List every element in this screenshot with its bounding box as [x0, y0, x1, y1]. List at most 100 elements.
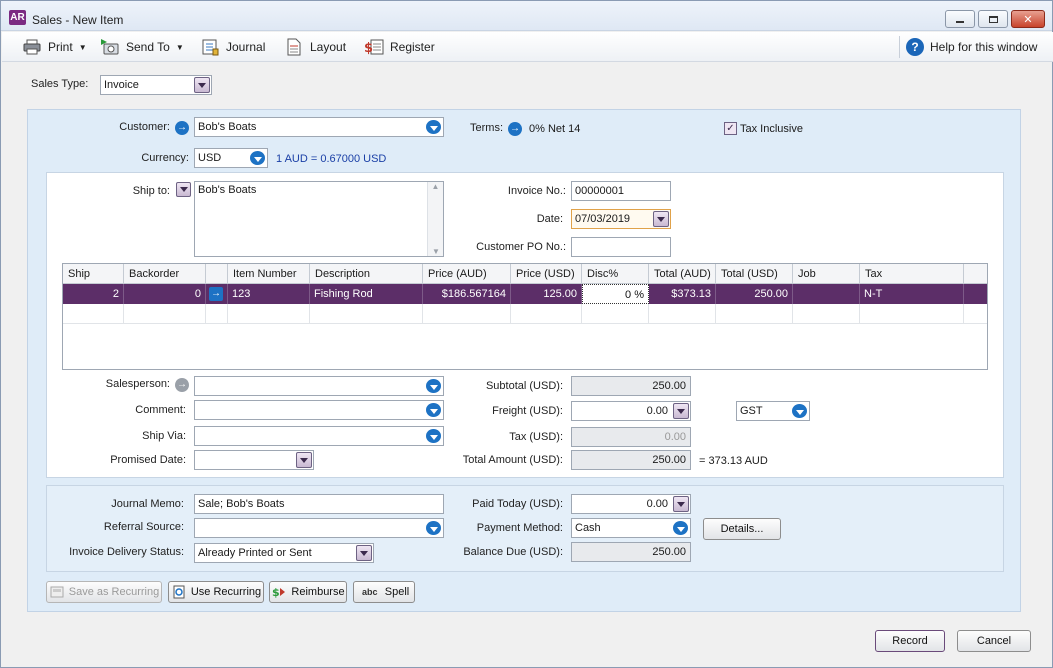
- col-description[interactable]: Description: [310, 264, 423, 284]
- col-disc[interactable]: Disc%: [582, 264, 649, 284]
- send-to-button[interactable]: Send To ▼: [100, 36, 184, 58]
- ship-to-dropdown-button[interactable]: [176, 182, 191, 197]
- table-row-empty[interactable]: [63, 304, 987, 324]
- cell-job[interactable]: [793, 284, 860, 304]
- register-button[interactable]: $ Register: [364, 36, 435, 58]
- payment-method-combo[interactable]: Cash: [571, 518, 691, 538]
- date-input[interactable]: 07/03/2019: [571, 209, 671, 229]
- customer-detail-arrow-icon[interactable]: →: [175, 121, 189, 135]
- currency-label: Currency:: [141, 152, 189, 164]
- cell-ship[interactable]: 2: [63, 284, 124, 304]
- subtotal-label: Subtotal (USD):: [485, 380, 563, 392]
- print-button[interactable]: Print ▼: [22, 36, 87, 58]
- col-total-aud[interactable]: Total (AUD): [649, 264, 716, 284]
- help-button[interactable]: ? Help for this window: [906, 36, 1037, 58]
- tax-inclusive-checkbox[interactable]: ✓: [724, 122, 737, 135]
- chevron-down-icon: [179, 187, 188, 192]
- chevron-down-icon: [194, 77, 210, 93]
- col-link: [206, 264, 228, 284]
- journal-button[interactable]: Journal: [200, 36, 265, 58]
- promised-date-label: Promised Date:: [110, 454, 186, 466]
- col-price-aud[interactable]: Price (AUD): [423, 264, 511, 284]
- grid-divider: [648, 304, 649, 324]
- col-ship[interactable]: Ship: [63, 264, 124, 284]
- salesperson-combo[interactable]: [194, 376, 444, 396]
- ship-via-combo[interactable]: [194, 426, 444, 446]
- currency-combo[interactable]: USD: [194, 148, 268, 168]
- grid-divider: [859, 304, 860, 324]
- save-as-recurring-button[interactable]: Save as Recurring: [46, 581, 162, 603]
- maximize-button[interactable]: [978, 10, 1008, 28]
- layout-button[interactable]: Layout: [284, 36, 346, 58]
- promised-date-input[interactable]: [194, 450, 314, 470]
- col-tax[interactable]: Tax: [860, 264, 964, 284]
- grid-divider: [963, 304, 964, 324]
- comment-combo[interactable]: [194, 400, 444, 420]
- item-detail-arrow-icon: →: [209, 287, 223, 301]
- reimburse-icon: $: [271, 584, 287, 600]
- register-icon: $: [364, 38, 384, 56]
- ship-to-scrollbar[interactable]: ▲ ▼: [427, 182, 443, 256]
- payment-method-label: Payment Method:: [476, 522, 563, 534]
- paid-today-input[interactable]: 0.00: [571, 494, 691, 514]
- customer-po-input[interactable]: [571, 237, 671, 257]
- reimburse-button[interactable]: $ Reimburse: [269, 581, 347, 603]
- terms-arrow-icon[interactable]: →: [508, 122, 522, 136]
- cell-total-aud[interactable]: $373.13: [649, 284, 716, 304]
- cell-backorder[interactable]: 0: [124, 284, 206, 304]
- col-price-usd[interactable]: Price (USD): [511, 264, 582, 284]
- referral-source-combo[interactable]: [194, 518, 444, 538]
- cell-description[interactable]: Fishing Rod: [310, 284, 423, 304]
- freight-value: 0.00: [646, 405, 668, 417]
- sales-type-value: Invoice: [104, 79, 139, 91]
- cell-price-aud[interactable]: $186.567164: [423, 284, 511, 304]
- minimize-button[interactable]: [945, 10, 975, 28]
- line-items-grid: Ship Backorder Item Number Description P…: [62, 263, 988, 370]
- balance-due-value: 250.00: [571, 542, 691, 562]
- svg-text:$: $: [272, 586, 280, 599]
- customer-combo[interactable]: Bob's Boats: [194, 117, 444, 137]
- cell-item-number[interactable]: 123: [228, 284, 310, 304]
- col-total-usd[interactable]: Total (USD): [716, 264, 793, 284]
- cell-link[interactable]: →: [206, 284, 228, 304]
- cell-disc[interactable]: 0 %: [582, 284, 649, 304]
- table-row[interactable]: 2 0 → 123 Fishing Rod $186.567164 125.00…: [63, 284, 987, 304]
- cancel-button[interactable]: Cancel: [957, 630, 1031, 652]
- sales-type-label: Sales Type:: [31, 78, 89, 90]
- tax-inclusive-label: Tax Inclusive: [740, 123, 803, 135]
- grid-divider: [205, 304, 206, 324]
- scroll-down-icon: ▼: [432, 247, 440, 256]
- spell-button[interactable]: abc Spell: [353, 581, 415, 603]
- terms-value: 0% Net 14: [529, 123, 581, 135]
- cell-price-usd[interactable]: 125.00: [511, 284, 582, 304]
- use-recurring-button[interactable]: Use Recurring: [168, 581, 264, 603]
- chevron-down-icon: [356, 545, 372, 561]
- sales-type-select[interactable]: Invoice: [100, 75, 212, 95]
- help-icon: ?: [906, 38, 924, 56]
- ship-via-label: Ship Via:: [142, 430, 186, 442]
- customer-value: Bob's Boats: [198, 121, 257, 133]
- delivery-status-label: Invoice Delivery Status:: [69, 546, 184, 558]
- chevron-down-icon: [673, 403, 689, 419]
- record-button[interactable]: Record: [875, 630, 945, 652]
- freight-tax-code-combo[interactable]: GST: [736, 401, 810, 421]
- printer-icon: [22, 38, 42, 56]
- delivery-status-select[interactable]: Already Printed or Sent: [194, 543, 374, 563]
- title-bar: AR Sales - New Item ✕: [1, 1, 1052, 31]
- cell-tax[interactable]: N-T: [860, 284, 964, 304]
- grid-divider: [123, 304, 124, 324]
- freight-input[interactable]: 0.00: [571, 401, 691, 421]
- ship-to-value: Bob's Boats: [198, 184, 257, 196]
- ship-to-address-textarea[interactable]: Bob's Boats ▲ ▼: [194, 181, 444, 257]
- use-recurring-label: Use Recurring: [190, 586, 262, 598]
- invoice-no-input[interactable]: 00000001: [571, 181, 671, 201]
- details-button[interactable]: Details...: [703, 518, 781, 540]
- col-backorder[interactable]: Backorder: [124, 264, 206, 284]
- close-button[interactable]: ✕: [1011, 10, 1045, 28]
- chevron-down-icon: [426, 429, 441, 443]
- col-job[interactable]: Job: [793, 264, 860, 284]
- col-item-number[interactable]: Item Number: [228, 264, 310, 284]
- cell-total-usd[interactable]: 250.00: [716, 284, 793, 304]
- svg-text:$: $: [364, 41, 373, 56]
- journal-memo-input[interactable]: Sale; Bob's Boats: [194, 494, 444, 514]
